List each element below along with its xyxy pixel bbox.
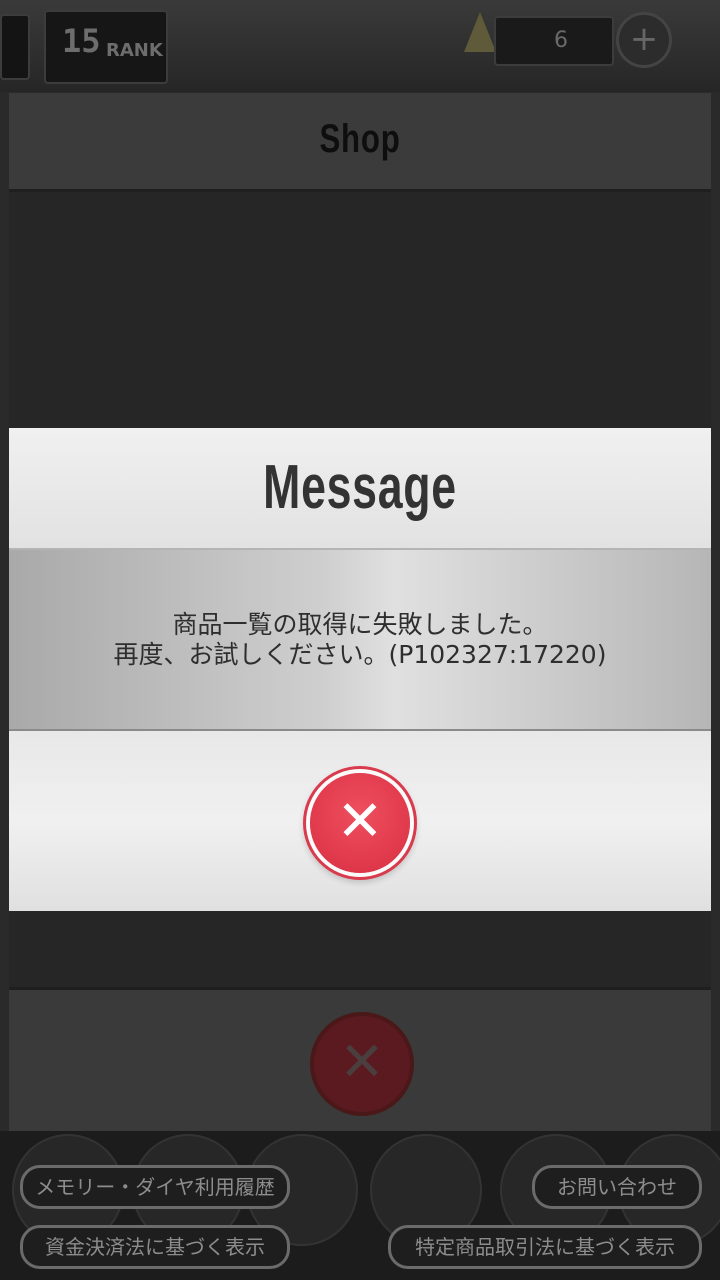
close-icon: ✕ — [339, 1030, 385, 1093]
shop-header: Shop — [9, 93, 711, 192]
status-bar: 15 RANK 6 + — [0, 0, 720, 92]
currency-box: 6 — [494, 16, 614, 66]
plus-icon[interactable]: + — [616, 12, 672, 68]
gem-icon — [464, 12, 496, 52]
shop-title: Shop — [319, 117, 401, 161]
dialog-title: Message — [263, 453, 457, 522]
rank-label: RANK — [106, 40, 163, 61]
rank-number: 15 — [62, 22, 101, 60]
close-icon: ✕ — [336, 789, 384, 854]
dialog-message: 商品一覧の取得に失敗しました。 再度、お試しください。(P102327:1722… — [9, 610, 711, 670]
contact-link[interactable]: お問い合わせ — [532, 1165, 702, 1209]
payment-services-act-link[interactable]: 資金決済法に基づく表示 — [20, 1225, 290, 1269]
player-name — [274, 30, 334, 59]
rank-box: 15 RANK — [44, 10, 168, 84]
dialog-message-line-2: 再度、お試しください。(P102327:17220) — [113, 640, 607, 669]
dialog-message-line-1: 商品一覧の取得に失敗しました。 — [172, 610, 548, 639]
memory-diamond-history-link[interactable]: メモリー・ダイヤ利用履歴 — [20, 1165, 290, 1209]
menu-edge — [0, 14, 30, 80]
specified-commercial-transactions-link[interactable]: 特定商品取引法に基づく表示 — [388, 1225, 702, 1269]
dialog-body: 商品一覧の取得に失敗しました。 再度、お試しください。(P102327:1722… — [9, 550, 711, 731]
dialog-close-button[interactable]: ✕ — [310, 773, 410, 873]
shop-close-button[interactable]: ✕ — [310, 1012, 414, 1116]
currency-value: 6 — [554, 28, 568, 53]
dialog-header: Message — [9, 428, 711, 550]
